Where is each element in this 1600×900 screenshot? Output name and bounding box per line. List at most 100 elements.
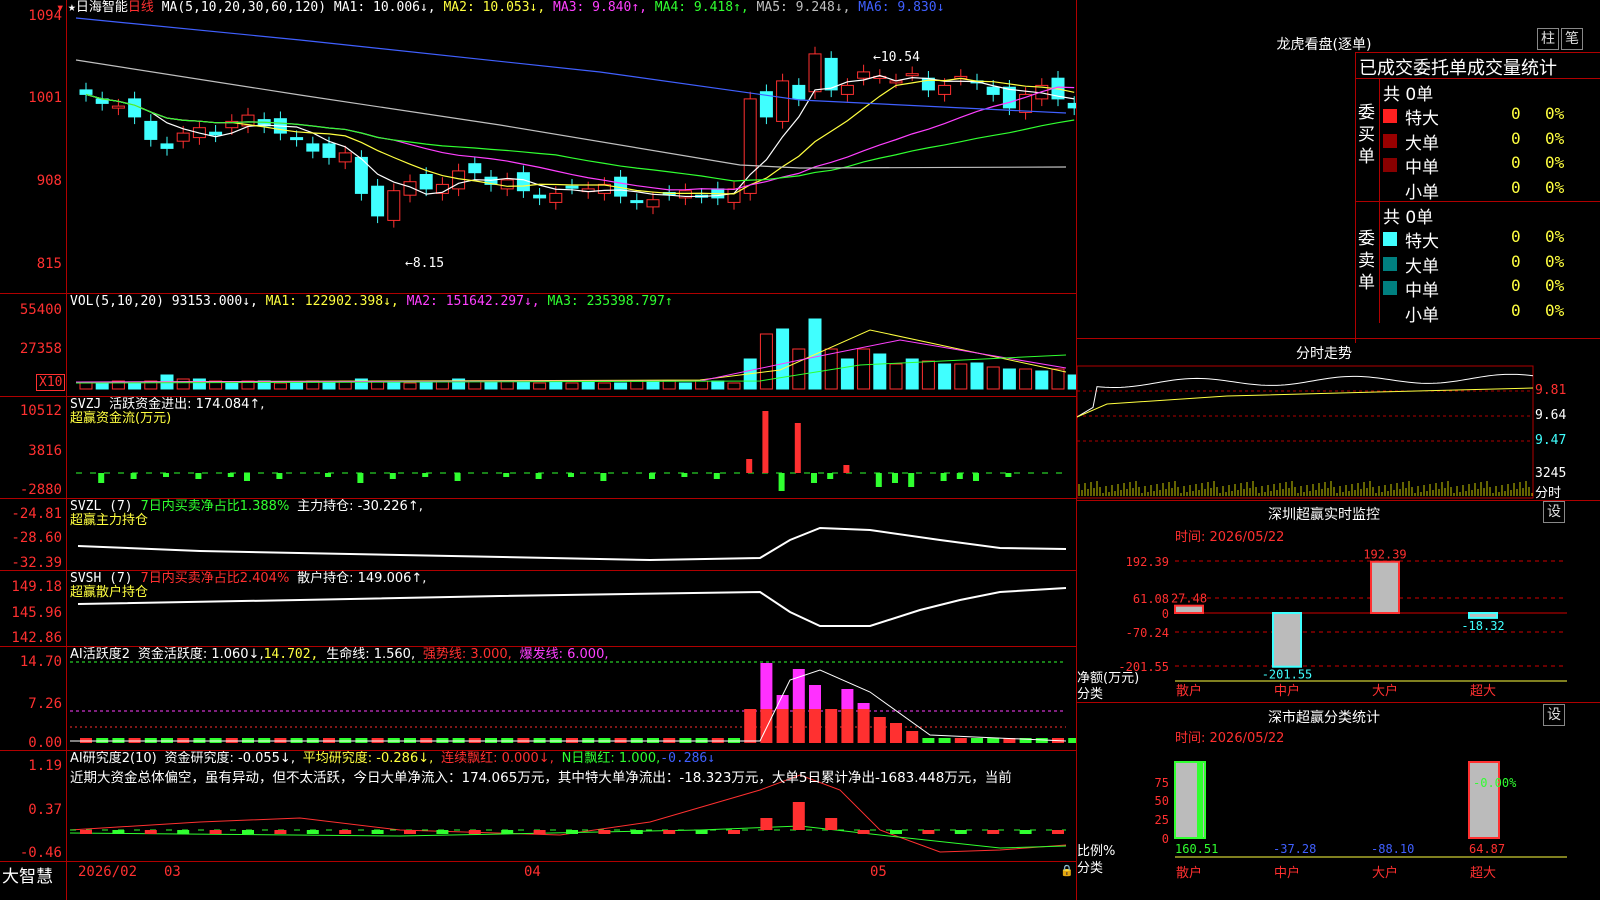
monitor-bar: [1174, 604, 1204, 614]
ai-res-bar: [242, 830, 254, 834]
stats-ytick: 25: [1155, 813, 1169, 827]
candle: [371, 185, 385, 217]
ma6-line: [75, 17, 1067, 114]
svsh-param: (7): [109, 571, 133, 586]
ai2-ytick: 14.70: [19, 654, 62, 670]
monitor-bar-label: -201.55: [1262, 668, 1313, 682]
volume-bar: [322, 382, 336, 390]
svsh-ytick: 149.18: [11, 579, 62, 595]
svzj-bar: [535, 473, 542, 479]
volume-bar: [549, 380, 563, 390]
volume-bar: [419, 382, 433, 390]
stats-ytick: 50: [1155, 794, 1169, 808]
candle: [776, 80, 790, 122]
ai-res-bar: [209, 830, 222, 834]
monitor-time: 时间: 2026/05/22: [1175, 530, 1285, 545]
candle: [792, 84, 806, 100]
lock-icon[interactable]: 🔒: [1060, 864, 1074, 877]
candle: [290, 137, 304, 141]
monitor-category: 大户: [1372, 683, 1398, 699]
ai2-bar: [906, 731, 919, 743]
volume-bar: [986, 366, 1000, 390]
date-axis-label: 03: [164, 864, 181, 880]
candle: [646, 199, 660, 208]
svzj-subtitle: 超赢资金流(万元): [70, 411, 172, 426]
vol-ma1: MA1: 122902.398↓,: [265, 294, 399, 309]
sell-row-label: 小单: [1405, 305, 1439, 326]
svsh-ytick: 145.96: [11, 605, 62, 621]
svzj-bar: [827, 473, 834, 479]
ai-res-bar: [630, 830, 643, 834]
svzj-bar: [875, 473, 882, 487]
stats-title: 深市超赢分类统计: [1268, 710, 1380, 726]
ai2-bar: [760, 709, 773, 743]
buy-row-count: 0: [1511, 104, 1521, 123]
svzj-bar: [454, 473, 461, 481]
stats-ytick: 75: [1155, 776, 1169, 790]
candle: [144, 120, 158, 140]
tick-mode-button[interactable]: 笔: [1561, 28, 1583, 50]
low-price-label: ←8.15: [405, 256, 445, 271]
ai-res-line: [69, 774, 1067, 853]
sell-row-pct: 0%: [1545, 251, 1565, 271]
sell-row-label: 大单: [1405, 256, 1439, 277]
main-chart-area[interactable]: ★日海智能日线 MA(5,10,20,30,60,120) MA1: 10.00…: [0, 0, 1076, 900]
ai-res-bar: [501, 830, 514, 834]
volume-bar: [727, 382, 741, 390]
sell-total: 共 0单: [1383, 208, 1434, 228]
ai2-name: AI活跃度2: [70, 647, 130, 662]
volume-bar: [662, 380, 676, 390]
volume-bar: [79, 382, 93, 390]
monitor-bar: [1468, 612, 1498, 619]
monitor-category: 散户: [1176, 683, 1202, 699]
monitor-category: 超大: [1470, 684, 1496, 699]
volume-bar: [354, 378, 368, 390]
ai-res-bar: [987, 830, 1000, 834]
svzj-bar: [600, 473, 607, 481]
stats-value: -37.28: [1273, 842, 1316, 856]
ai2-bar-small: [938, 738, 951, 743]
volume-bar: [290, 382, 304, 390]
brand-logo[interactable]: 大智慧: [2, 862, 53, 887]
ai2-ytick: 7.26: [28, 696, 62, 712]
ai-res-description: 近期大资金总体偏空，虽有异动，但不太活跃，今日大单净流入：174.065万元，其…: [70, 770, 1012, 786]
vol-unit[interactable]: X10: [36, 374, 66, 391]
volume-bar: [273, 382, 287, 390]
buy-row-label: 大单: [1405, 133, 1439, 154]
svzj-bar: [940, 473, 947, 481]
monitor-bar-label: 27.48: [1171, 592, 1207, 606]
vol-ytick: 27358: [19, 341, 62, 357]
monitor-bar-label: 192.39: [1363, 548, 1406, 562]
intraday-chart[interactable]: [1077, 362, 1600, 500]
ai-res-bar: [468, 830, 481, 834]
svzj-bar: [811, 473, 817, 483]
candle: [79, 89, 93, 95]
ai-res-bar: [80, 830, 92, 834]
volume-bar: [403, 382, 417, 390]
ai-res-last: -0.286↓: [660, 751, 716, 766]
candle: [938, 84, 952, 95]
ai2-value2: 14.702,: [263, 647, 319, 662]
volume-bar: [1002, 368, 1016, 390]
volume-bar: [128, 382, 142, 390]
volume-bar: [970, 362, 984, 390]
ai-res-cont: 连续飘红: 0.000↓,: [441, 751, 554, 766]
volume-bar: [225, 382, 239, 390]
volume-bar: [176, 378, 190, 390]
svzj-bar: [568, 473, 574, 477]
stats-bar-accent: [1197, 762, 1203, 838]
svzj-bar: [681, 473, 688, 477]
buy-total: 共 0单: [1383, 85, 1434, 105]
ai2-bar: [744, 709, 757, 743]
bar-mode-button[interactable]: 柱: [1537, 28, 1559, 50]
ai2-burst: 爆发线: 6.000,: [519, 647, 609, 662]
svzl-ytick: -24.81: [11, 506, 62, 522]
ai-res-bar: [695, 830, 708, 834]
monitor-chart: 192.3961.080-70.24-201.5527.48散户-201.55中…: [1118, 548, 1567, 699]
monitor-settings-button[interactable]: 设: [1543, 501, 1565, 523]
candle: [500, 179, 514, 190]
candle: [905, 73, 919, 77]
candle: [1067, 102, 1076, 109]
ai-res-bar: [890, 830, 902, 834]
stats-settings-button[interactable]: 设: [1543, 704, 1565, 726]
